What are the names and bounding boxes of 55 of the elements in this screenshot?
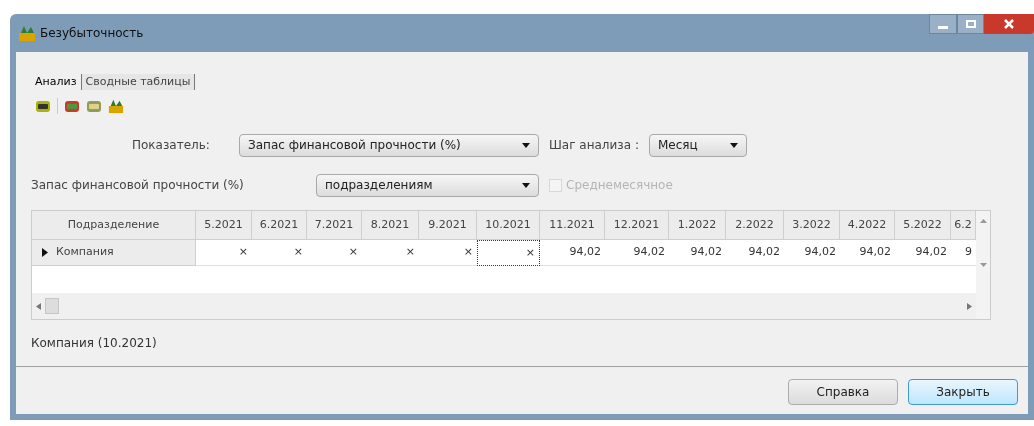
column-header[interactable]: 3.2022: [784, 211, 840, 240]
indicator-dropdown[interactable]: Запас финансовой прочности (%): [239, 133, 539, 157]
caret-icon: [522, 142, 530, 148]
column-header[interactable]: 8.2021: [362, 211, 419, 240]
scroll-left-icon[interactable]: [36, 302, 41, 310]
column-header[interactable]: 10.2021: [477, 211, 540, 240]
scroll-up-icon[interactable]: [979, 219, 987, 223]
minimize-button[interactable]: [929, 14, 957, 34]
tab[interactable]: Сводные таблицы: [81, 73, 196, 90]
column-header[interactable]: 6.2021: [252, 211, 307, 240]
app-icon: [18, 24, 36, 42]
close-icon: [1004, 19, 1014, 29]
table-cell: 94,02: [669, 240, 726, 266]
table-cell: 94,02: [895, 240, 951, 266]
table-cell: 94,02: [540, 240, 605, 266]
column-header[interactable]: 7.2021: [307, 211, 362, 240]
column-header[interactable]: 11.2021: [540, 211, 605, 240]
indicator-label: Показатель:: [132, 137, 211, 154]
table-cell: ×: [196, 240, 252, 266]
caret-icon: [522, 182, 530, 188]
horizontal-scrollbar[interactable]: [32, 293, 976, 319]
column-header[interactable]: 2.2022: [726, 211, 784, 240]
scroll-down-icon[interactable]: [979, 263, 987, 267]
table-cell: 94,02: [726, 240, 784, 266]
maximize-button[interactable]: [957, 14, 984, 34]
app-icon[interactable]: [108, 98, 124, 114]
table-cell: 94,02: [840, 240, 895, 266]
column-header[interactable]: 4.2022: [840, 211, 895, 240]
table-cell: ×: [419, 240, 477, 266]
step-label: Шаг анализа :: [549, 137, 640, 154]
table-cell: ×: [477, 240, 540, 266]
table-cell: 94,02: [605, 240, 669, 266]
caret-icon: [730, 142, 738, 148]
toolbar-icon[interactable]: [35, 98, 51, 114]
dialog-button[interactable]: Справка: [788, 379, 898, 405]
dialog-button[interactable]: Закрыть: [908, 379, 1018, 405]
breakdown-dropdown[interactable]: подразделениям: [316, 173, 539, 197]
status-text: Компания (10.2021): [31, 335, 158, 352]
row-header: Компания: [56, 244, 114, 261]
window-title: Безубыточность: [40, 25, 144, 42]
column-header[interactable]: 12.2021: [605, 211, 669, 240]
table-cell: ×: [307, 240, 362, 266]
scroll-right-icon[interactable]: [967, 302, 972, 310]
scroll-thumb[interactable]: [45, 298, 59, 314]
column-header[interactable]: 9.2021: [419, 211, 477, 240]
column-header[interactable]: 5.2022: [895, 211, 951, 240]
vertical-scrollbar[interactable]: [976, 211, 990, 319]
column-header[interactable]: 1.2022: [669, 211, 726, 240]
table-cell: ×: [362, 240, 419, 266]
column-header[interactable]: 5.2021: [196, 211, 252, 240]
step-dropdown[interactable]: Месяц: [649, 133, 747, 157]
table-cell: 94,02: [784, 240, 840, 266]
table-cell: ×: [252, 240, 307, 266]
breakdown-label: Запас финансовой прочности (%): [31, 177, 245, 194]
close-button[interactable]: [984, 14, 1034, 34]
